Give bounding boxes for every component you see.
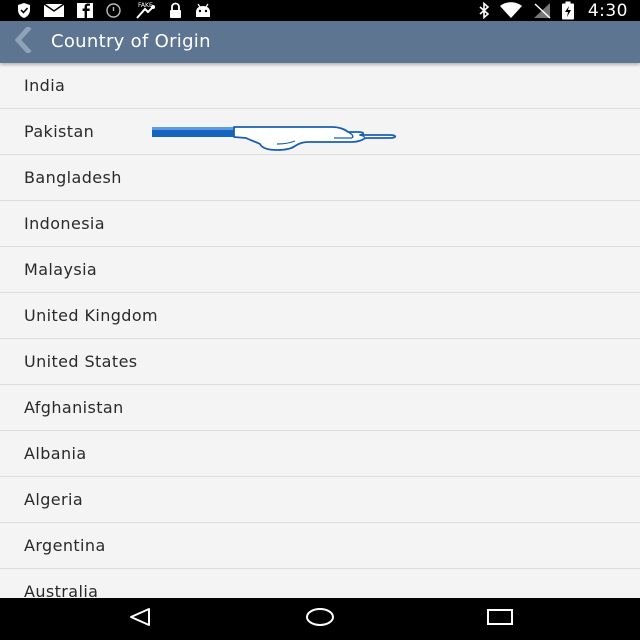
battery-charging-icon xyxy=(561,1,575,20)
list-item-india[interactable]: India xyxy=(0,63,640,109)
alarm-off-icon xyxy=(105,2,122,19)
list-item-afghanistan[interactable]: Afghanistan xyxy=(0,385,640,431)
navigation-bar xyxy=(0,598,640,640)
list-item-argentina[interactable]: Argentina xyxy=(0,523,640,569)
list-item-australia[interactable]: Australia xyxy=(0,569,640,598)
mail-icon xyxy=(43,3,65,18)
nav-home-icon xyxy=(305,607,335,631)
list-item-pakistan[interactable]: Pakistan xyxy=(0,109,640,155)
shield-icon xyxy=(16,2,32,19)
nav-recent-icon xyxy=(486,608,514,630)
wifi-icon xyxy=(499,2,523,19)
page-title: Country of Origin xyxy=(51,31,211,52)
list-item-algeria[interactable]: Algeria xyxy=(0,477,640,523)
list-item-indonesia[interactable]: Indonesia xyxy=(0,201,640,247)
back-button[interactable] xyxy=(0,21,46,63)
nav-recent-button[interactable] xyxy=(470,598,530,640)
signal-off-icon xyxy=(532,2,552,19)
lock-icon xyxy=(168,2,183,19)
status-bar-system: 4:30 xyxy=(478,0,628,21)
list-item-malaysia[interactable]: Malaysia xyxy=(0,247,640,293)
nav-home-button[interactable] xyxy=(290,598,350,640)
nav-back-button[interactable] xyxy=(110,598,170,640)
list-item-bangladesh[interactable]: Bangladesh xyxy=(0,155,640,201)
status-bar-notifications: FAKE xyxy=(16,0,212,21)
country-list[interactable]: India Pakistan Bangladesh Indonesia Mala… xyxy=(0,63,640,598)
android-icon xyxy=(194,3,212,18)
nav-back-icon xyxy=(128,607,152,631)
action-bar: Country of Origin xyxy=(0,21,640,63)
list-item-united-kingdom[interactable]: United Kingdom xyxy=(0,293,640,339)
status-bar: FAKE 4:30 xyxy=(0,0,640,21)
fake-gps-icon: FAKE xyxy=(133,1,157,20)
clock: 4:30 xyxy=(587,0,628,21)
facebook-icon xyxy=(76,2,94,19)
list-item-albania[interactable]: Albania xyxy=(0,431,640,477)
screen: FAKE 4:30 Country of Origin India Pakist… xyxy=(0,0,640,640)
bluetooth-icon xyxy=(478,2,490,19)
chevron-left-icon xyxy=(13,25,33,57)
list-item-united-states[interactable]: United States xyxy=(0,339,640,385)
